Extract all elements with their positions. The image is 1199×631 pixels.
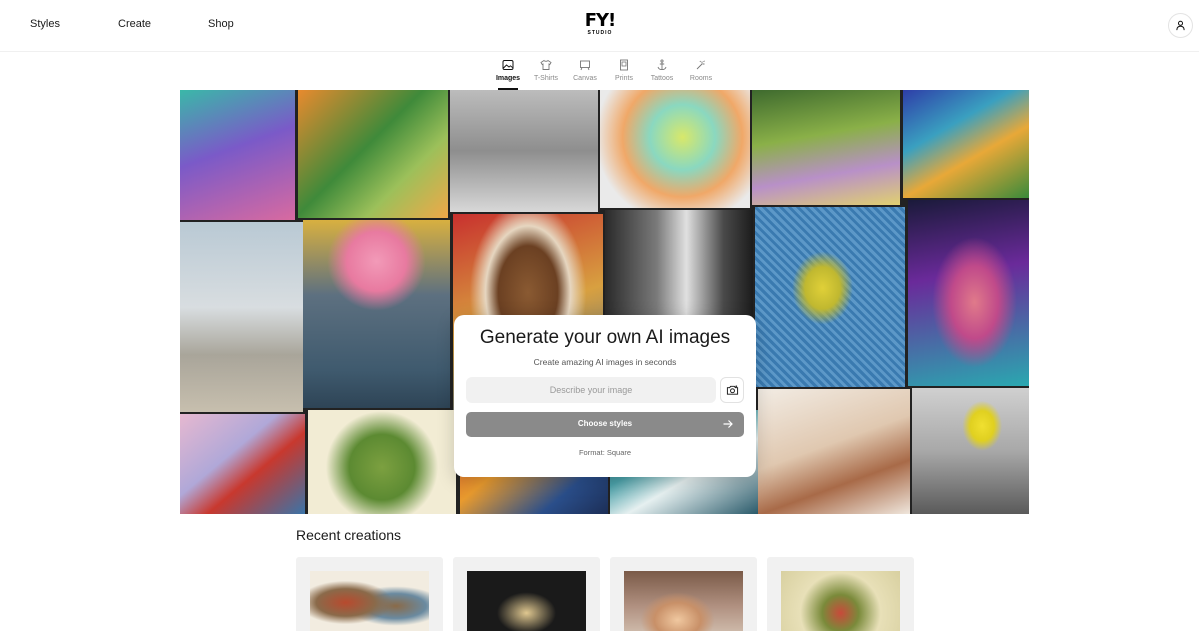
collage-tile (912, 388, 1029, 514)
category-tabs: Images T-Shirts Canvas Prints Tattoos Ro… (0, 58, 1199, 90)
creation-thumbnail (781, 571, 900, 631)
choose-styles-button[interactable]: Choose styles (466, 412, 744, 437)
collage-tile (755, 207, 905, 387)
user-icon (1176, 20, 1185, 31)
account-button[interactable] (1168, 13, 1193, 38)
format-selector[interactable]: Format: Square (570, 446, 640, 459)
canvas-icon (565, 58, 605, 74)
tshirt-icon (526, 58, 566, 74)
creation-thumbnail (310, 571, 429, 631)
tab-prints[interactable]: Prints (604, 58, 644, 82)
recent-creation-card[interactable] (610, 557, 757, 631)
nav-link-create[interactable]: Create (118, 18, 151, 30)
recent-creations-heading: Recent creations (296, 527, 402, 543)
nav-link-styles[interactable]: Styles (30, 18, 60, 30)
collage-tile (600, 90, 750, 208)
collage-tile (752, 90, 900, 205)
collage-tile (903, 90, 1029, 198)
tab-t-shirts[interactable]: T-Shirts (526, 58, 566, 82)
creation-thumbnail (467, 571, 586, 631)
tab-label: Tattoos (650, 75, 674, 82)
creation-thumbnail (624, 571, 743, 631)
choose-styles-label: Choose styles (577, 419, 633, 428)
tab-label: Rooms (689, 75, 713, 82)
nav-link-shop[interactable]: Shop (208, 18, 234, 30)
upload-image-button[interactable] (720, 377, 744, 403)
generator-subtitle: Create amazing AI images in seconds (533, 357, 677, 367)
collage-tile (450, 90, 598, 212)
tab-canvas[interactable]: Canvas (565, 58, 605, 82)
logo-subtitle: STUDIO (587, 30, 613, 36)
image-icon (488, 58, 528, 74)
tab-images[interactable]: Images (488, 58, 528, 90)
generator-card: Generate your own AI images Create amazi… (454, 315, 756, 477)
collage-tile (180, 90, 295, 220)
describe-image-input[interactable] (466, 377, 716, 403)
collage-tile (298, 90, 448, 218)
tab-label: Images (495, 75, 521, 82)
recent-creation-card[interactable] (453, 557, 600, 631)
generator-title: Generate your own AI images (479, 327, 731, 348)
camera-icon (726, 385, 738, 395)
recent-creation-card[interactable] (296, 557, 443, 631)
tab-tattoos[interactable]: Tattoos (642, 58, 682, 82)
arrow-right-icon (723, 420, 733, 428)
tab-label: T-Shirts (533, 75, 559, 82)
anchor-icon (642, 58, 682, 74)
recent-creation-card[interactable] (767, 557, 914, 631)
fy-studio-logo[interactable]: FY! STUDIO (584, 10, 617, 38)
tab-rooms[interactable]: Rooms (681, 58, 721, 82)
collage-tile (308, 410, 456, 514)
collage-tile (908, 200, 1029, 386)
tab-label: Prints (615, 75, 633, 82)
print-icon (604, 58, 644, 74)
collage-tile (303, 220, 450, 408)
tab-label: Canvas (573, 75, 597, 82)
collage-tile (180, 414, 305, 514)
collage-tile (758, 389, 910, 514)
collage-tile (180, 222, 303, 412)
rooms-icon (681, 58, 721, 74)
logo-mark: FY! (584, 10, 617, 31)
top-navigation: Styles Create Shop FY! STUDIO (0, 0, 1199, 52)
